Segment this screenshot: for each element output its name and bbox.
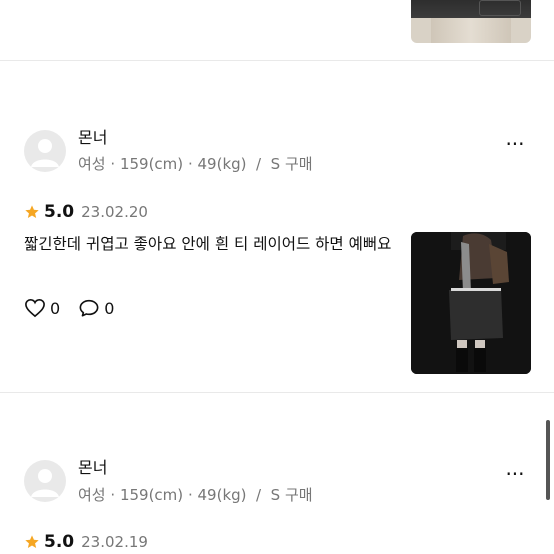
gender: 여성 [78,155,106,173]
default-avatar-icon [31,139,59,167]
review-text: 짧긴한데 귀엽고 좋아요 안에 흰 티 레이어드 하면 예뻐요 [24,235,392,253]
height: 159(cm) [119,155,184,173]
review-date: 23.02.19 [81,533,148,551]
rating-row: 5.0 23.02.19 [24,532,148,552]
like-button[interactable]: 0 [24,298,60,318]
separator: · [110,486,116,504]
review-body-meta: 여성 · 159(cm) · 49(kg) / S 구매 [78,484,313,505]
review-divider [0,392,554,393]
height: 159(cm) [119,486,184,504]
slash: / [256,155,262,173]
review-username[interactable]: 몬너 [78,454,107,478]
slash: / [256,486,262,504]
purchased-size: S 구매 [270,155,313,173]
more-icon[interactable]: ··· [503,464,527,484]
avatar[interactable] [24,130,66,172]
rating-score: 5.0 [44,202,75,222]
star-icon [25,205,39,218]
review-date: 23.02.20 [81,203,148,221]
more-icon[interactable]: ··· [503,134,527,154]
avatar[interactable] [24,460,66,502]
purchased-size: S 구매 [270,486,313,504]
like-count: 0 [50,298,61,318]
weight: 49(kg) [197,155,247,173]
pocket-shape [479,0,521,16]
outfit-photo-image [411,232,531,374]
gender: 여성 [78,486,106,504]
skirt-shape [431,18,511,43]
comment-count: 0 [104,298,115,318]
review-username[interactable]: 몬너 [78,124,107,148]
review-photo[interactable] [411,232,531,374]
review-divider [0,60,554,61]
star-icon [25,535,39,548]
default-avatar-icon [31,469,59,497]
comment-button[interactable]: 0 [78,298,114,318]
rating-row: 5.0 23.02.20 [24,202,148,222]
weight: 49(kg) [197,486,247,504]
review-actions: 0 0 [24,298,132,318]
separator: · [110,155,116,173]
comment-icon [79,299,99,317]
separator: · [187,155,193,173]
scrollbar-thumb[interactable] [546,420,550,500]
separator: · [187,486,193,504]
review-body-meta: 여성 · 159(cm) · 49(kg) / S 구매 [78,153,313,174]
previous-review-photo[interactable] [411,0,531,43]
heart-icon [25,298,45,318]
rating-score: 5.0 [44,532,75,552]
